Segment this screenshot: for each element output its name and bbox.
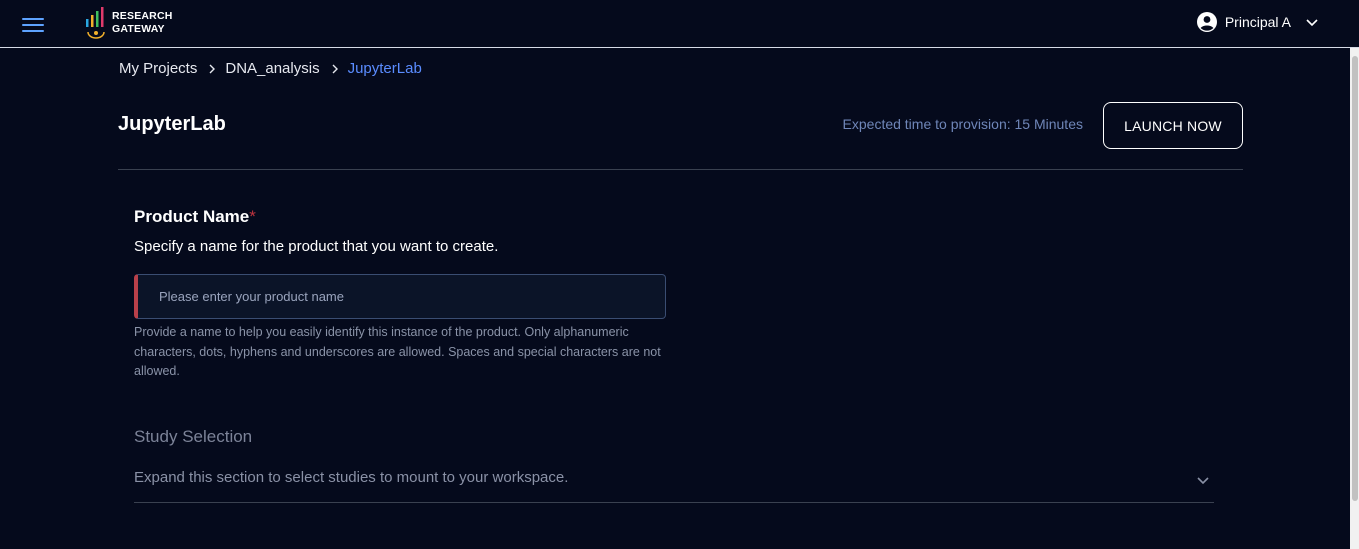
chevron-right-icon <box>209 64 216 73</box>
page-title: JupyterLab <box>118 113 226 135</box>
product-name-field <box>134 274 666 319</box>
vertical-scrollbar[interactable] <box>1350 48 1359 549</box>
account-circle-icon <box>1196 12 1217 32</box>
chevron-down-icon[interactable] <box>1196 473 1210 487</box>
study-selection-expander[interactable]: Expand this section to select studies to… <box>134 462 1214 503</box>
provision-time-text: Expected time to provision: 15 Minutes <box>842 116 1083 132</box>
chevron-down-icon[interactable] <box>1305 15 1319 29</box>
product-name-helper-text: Provide a name to help you easily identi… <box>134 325 661 378</box>
header-divider <box>118 169 1243 170</box>
top-navigation-bar: RESEARCH GATEWAY Principal A <box>0 0 1359 48</box>
product-name-description: Specify a name for the product that you … <box>134 238 499 255</box>
breadcrumb-current: JupyterLab <box>347 60 422 77</box>
study-selection-description: Expand this section to select studies to… <box>134 469 569 486</box>
product-name-label-text: Product Name <box>134 207 250 226</box>
logo-text: RESEARCH GATEWAY <box>112 10 173 36</box>
logo-line-2: GATEWAY <box>112 23 165 35</box>
study-selection-title: Study Selection <box>134 427 253 446</box>
product-name-input[interactable] <box>138 275 665 318</box>
user-name: Principal A <box>1224 14 1291 30</box>
user-menu[interactable]: Principal A <box>1196 10 1319 34</box>
scrollbar-thumb[interactable] <box>1352 56 1358 501</box>
breadcrumb: My Projects DNA_analysis JupyterLab <box>119 60 422 77</box>
logo-bars-icon <box>86 7 105 39</box>
required-asterisk: * <box>249 207 256 226</box>
launch-now-button[interactable]: LAUNCH NOW <box>1103 102 1243 149</box>
breadcrumb-project[interactable]: DNA_analysis <box>225 60 319 77</box>
chevron-right-icon <box>332 64 338 73</box>
breadcrumb-my-projects[interactable]: My Projects <box>119 60 197 77</box>
product-name-label: Product Name* <box>134 207 256 227</box>
hamburger-menu-icon[interactable] <box>22 18 44 34</box>
research-gateway-logo[interactable]: RESEARCH GATEWAY <box>84 4 173 42</box>
logo-line-1: RESEARCH <box>112 10 173 22</box>
